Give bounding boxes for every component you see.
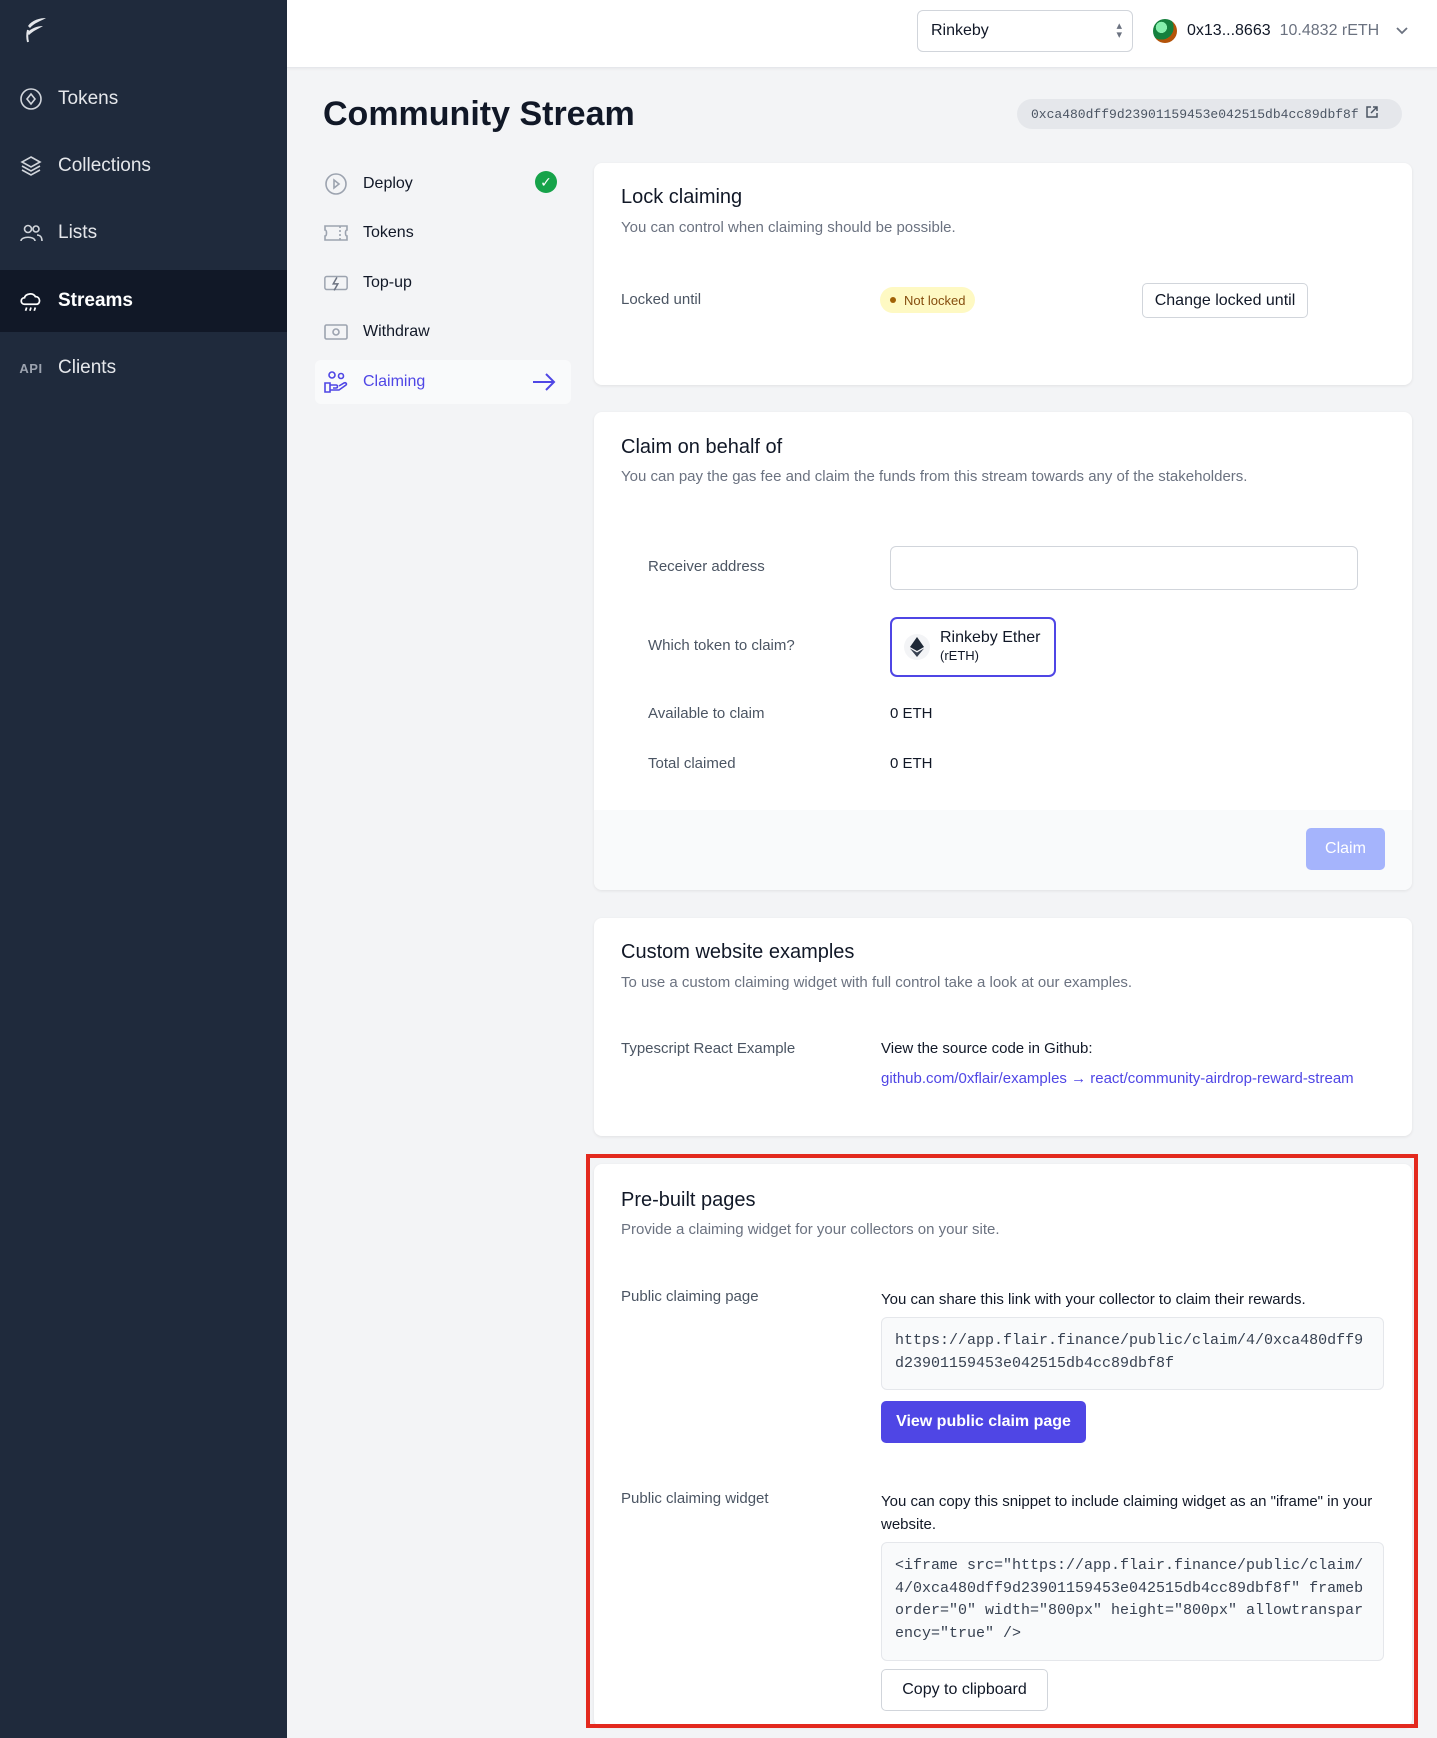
view-public-claim-page-button[interactable]: View public claim page — [881, 1401, 1086, 1443]
status-badge-text: Not locked — [904, 292, 966, 308]
api-icon: API — [18, 355, 44, 381]
total-claimed-label: Total claimed — [648, 755, 736, 772]
sidebar-item-lists[interactable]: Lists — [0, 202, 287, 264]
layers-icon — [18, 153, 44, 179]
public-page-url-box[interactable]: https://app.flair.finance/public/claim/4… — [881, 1317, 1384, 1390]
token-name: Rinkeby Ether — [940, 629, 1041, 646]
available-to-claim-value: 0 ETH — [890, 705, 933, 722]
select-chevron-icon: ▴ ▾ — [1116, 20, 1122, 41]
token-symbol: (rETH) — [940, 648, 979, 663]
card-subtitle: You can pay the gas fee and claim the fu… — [621, 468, 1248, 485]
network-select[interactable]: Rinkeby ▴ ▾ — [917, 10, 1133, 52]
sidebar-item-label: Lists — [58, 222, 98, 243]
ethereum-icon — [904, 634, 930, 660]
subnav-item-label: Withdraw — [363, 323, 430, 340]
subnav-item-top-up[interactable]: Top-up — [315, 261, 571, 305]
copy-to-clipboard-button[interactable]: Copy to clipboard — [881, 1669, 1048, 1711]
subnav-item-label: Claiming — [363, 373, 426, 390]
arrow-right-icon — [531, 371, 557, 398]
api-icon-text: API — [19, 360, 43, 376]
public-page-description: You can share this link with your collec… — [881, 1291, 1306, 1308]
total-claimed-value: 0 ETH — [890, 755, 933, 772]
prebuilt-pages-card: Pre-built pages Provide a claiming widge… — [594, 1164, 1412, 1727]
token-option-reth[interactable]: Rinkeby Ether (rETH) — [890, 617, 1056, 677]
card-footer: Claim — [594, 810, 1412, 890]
cash-icon — [323, 319, 349, 345]
sidebar-item-label: Streams — [58, 290, 133, 311]
status-dot-icon — [890, 297, 896, 303]
custom-examples-card: Custom website examples To use a custom … — [594, 918, 1412, 1136]
subnav-item-label: Tokens — [363, 224, 414, 241]
bolt-card-icon — [323, 270, 349, 296]
check-circle-icon: ✓ — [535, 171, 557, 193]
claim-button[interactable]: Claim — [1306, 828, 1385, 870]
available-to-claim-label: Available to claim — [648, 705, 765, 722]
receiver-address-label: Receiver address — [648, 558, 765, 575]
card-title: Pre-built pages — [621, 1189, 756, 1211]
subnav-item-label: Deploy — [363, 175, 413, 192]
sidebar-item-label: Tokens — [58, 88, 119, 109]
network-select-value: Rinkeby — [931, 22, 989, 39]
account-address: 0x13...8663 — [1187, 22, 1271, 39]
flair-logo[interactable] — [22, 14, 50, 44]
public-page-label: Public claiming page — [621, 1288, 759, 1305]
contract-address-badge[interactable]: 0xca480dff9d23901159453e042515db4cc89dbf… — [1017, 99, 1402, 129]
top-bar: Rinkeby ▴ ▾ 0x13...8663 10.4832 rETH — [287, 0, 1437, 68]
locked-until-label: Locked until — [621, 291, 702, 308]
subnav-item-withdraw[interactable]: Withdraw — [315, 310, 571, 354]
sidebar-item-clients[interactable]: API Clients — [0, 337, 287, 399]
source-code-text: View the source code in Github: — [881, 1040, 1093, 1057]
example-label: Typescript React Example — [621, 1040, 796, 1057]
subnav-item-tokens[interactable]: Tokens — [315, 211, 571, 255]
card-title: Claim on behalf of — [621, 436, 783, 458]
contract-address: 0xca480dff9d23901159453e042515db4cc89dbf… — [1031, 106, 1359, 122]
widget-snippet-box[interactable]: <iframe src="https://app.flair.finance/p… — [881, 1542, 1384, 1661]
subnav-item-label: Top-up — [363, 274, 412, 291]
ticket-icon — [323, 220, 349, 246]
card-title: Custom website examples — [621, 941, 855, 963]
widget-label: Public claiming widget — [621, 1490, 769, 1507]
chevron-down-icon — [1395, 23, 1409, 39]
page-title: Community Stream — [323, 95, 635, 133]
card-title: Lock claiming — [621, 186, 743, 208]
status-badge: Not locked — [880, 287, 976, 313]
hand-coins-icon — [323, 369, 349, 395]
change-locked-until-button[interactable]: Change locked until — [1142, 283, 1308, 318]
external-link-icon — [1365, 105, 1379, 123]
widget-description: You can copy this snippet to include cla… — [881, 1493, 1373, 1533]
sidebar-item-tokens[interactable]: Tokens — [0, 68, 287, 130]
sidebar-item-label: Clients — [58, 357, 117, 378]
avatar — [1153, 19, 1177, 43]
sidebar: Tokens Collections Lists Streams API Cli… — [0, 0, 287, 1738]
sidebar-item-streams[interactable]: Streams — [0, 270, 287, 332]
subnav-item-deploy[interactable]: Deploy ✓ — [315, 162, 571, 206]
claim-on-behalf-card: Claim on behalf of You can pay the gas f… — [594, 412, 1412, 890]
card-subtitle: Provide a claiming widget for your colle… — [621, 1221, 1000, 1238]
users-icon — [18, 220, 44, 246]
sidebar-item-collections[interactable]: Collections — [0, 135, 287, 197]
account-menu[interactable]: 0x13...8663 10.4832 rETH — [1153, 18, 1409, 44]
receiver-address-input[interactable] — [890, 546, 1358, 590]
card-subtitle: To use a custom claiming widget with ful… — [621, 974, 1133, 991]
cloud-rain-icon — [18, 288, 44, 314]
sidebar-item-label: Collections — [58, 155, 151, 176]
play-circle-icon — [323, 171, 349, 197]
account-balance: 10.4832 rETH — [1279, 22, 1380, 39]
github-example-link[interactable]: github.com/0xflair/examples → react/comm… — [881, 1068, 1361, 1090]
subnav-item-claiming[interactable]: Claiming — [315, 360, 571, 404]
lock-claiming-card: Lock claiming You can control when claim… — [594, 163, 1412, 385]
token-to-claim-label: Which token to claim? — [648, 637, 795, 654]
token-icon — [18, 86, 44, 112]
card-subtitle: You can control when claiming should be … — [621, 219, 956, 236]
